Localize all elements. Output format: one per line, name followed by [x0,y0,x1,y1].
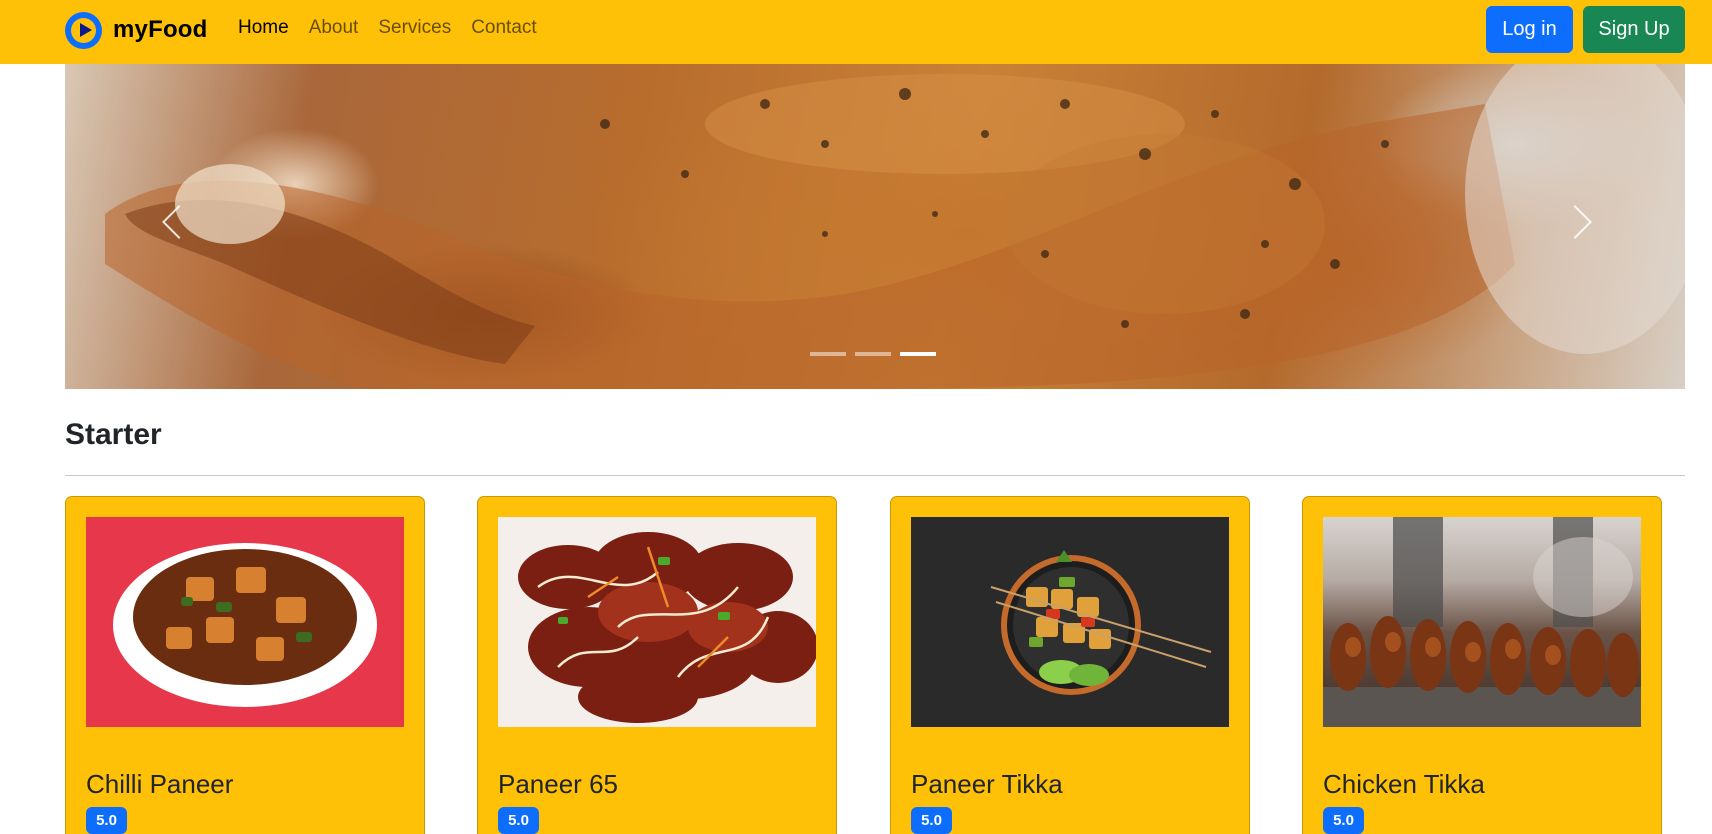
nav-link-about[interactable]: About [309,17,359,39]
card-title: Paneer Tikka [911,769,1063,799]
nav-links: Home About Services Contact [238,17,557,39]
food-card[interactable]: Paneer 65 5.0 [477,496,837,834]
carousel-indicator-1[interactable] [810,352,846,356]
navbar: myFood Home About Services Contact Log i… [0,0,1712,64]
signup-button[interactable]: Sign Up [1583,6,1685,53]
carousel-prev-icon[interactable] [155,182,195,262]
brand[interactable]: myFood [65,10,208,50]
food-image [1323,517,1641,727]
nav-link-home[interactable]: Home [238,17,289,39]
card-title: Chilli Paneer [86,769,234,799]
food-image [911,517,1229,727]
rating-badge: 5.0 [1323,807,1364,834]
roast-chicken-image [105,64,1685,389]
brand-name: myFood [113,16,208,43]
food-card[interactable]: Chicken Tikka 5.0 [1302,496,1662,834]
section-title: Starter [65,418,162,451]
hero-carousel [65,64,1685,389]
food-image [498,517,816,727]
rating-badge: 5.0 [498,807,539,834]
rating-badge: 5.0 [86,807,127,834]
rating-badge: 5.0 [911,807,952,834]
card-title: Chicken Tikka [1323,769,1485,799]
carousel-indicator-3[interactable] [900,352,936,356]
carousel-indicator-2[interactable] [855,352,891,356]
section-divider [65,475,1685,476]
carousel-next-icon[interactable] [1557,182,1597,262]
play-logo-icon [65,11,102,49]
card-title: Paneer 65 [498,769,618,799]
food-image [86,517,404,727]
login-button[interactable]: Log in [1486,6,1573,53]
nav-link-services[interactable]: Services [378,17,451,39]
food-card[interactable]: Paneer Tikka 5.0 [890,496,1250,834]
nav-link-contact[interactable]: Contact [471,17,536,39]
carousel-indicators [810,352,945,356]
food-card[interactable]: Chilli Paneer 5.0 [65,496,425,834]
